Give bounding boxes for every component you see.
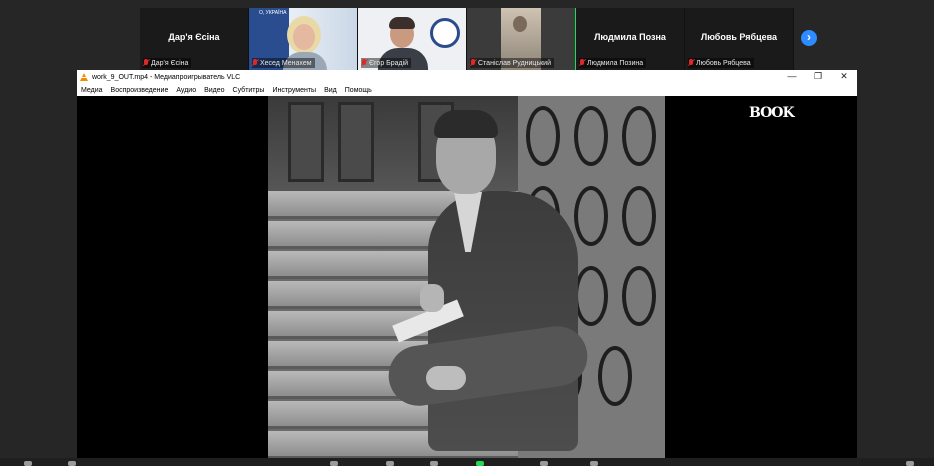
participant-name: Хесед Менахем [260,59,312,67]
menu-audio[interactable]: Аудио [176,87,196,94]
window-title: work_9_OUT.mp4 - Медиапроигрыватель VLC [92,73,241,81]
participant-caption: Хесед Менахем [252,58,315,68]
toolbar-icon[interactable] [68,461,76,466]
book-logo: BOOK [749,105,795,121]
toolbar-icon[interactable] [330,461,338,466]
participant-face [513,16,527,32]
railing-curl [622,106,656,166]
participant-name: Любовь Рябцева [696,59,751,67]
maximize-button[interactable]: ❐ [805,70,831,84]
video-area[interactable]: BOOK [77,96,857,458]
toolbar-icon[interactable] [24,461,32,466]
participant-tile[interactable]: Людмила Позна Людмила Позина [576,8,685,70]
toolbar-icon[interactable] [430,461,438,466]
participant-strip: Дар'я Єсіна Дар'я Єсіна О, УКРАЇНА Хесед… [140,8,794,70]
banner-text: О, УКРАЇНА [259,10,287,16]
participant-tile[interactable]: Любовь Рябцева Любовь Рябцева [685,8,794,70]
railing-curl [622,186,656,246]
minimize-button[interactable]: — [779,70,805,84]
mic-muted-icon [688,59,694,67]
participant-caption: Станіслав Рудницький [470,58,554,68]
meeting-toolbar-edge [0,458,934,466]
railing-curl [574,106,608,166]
menu-playback[interactable]: Воспроизведение [111,87,169,94]
menu-video[interactable]: Видео [204,87,224,94]
mic-muted-icon [143,59,149,67]
man-hands [426,366,466,390]
participant-big-name: Людмила Позна [594,32,666,42]
railing-curl [622,266,656,326]
mic-muted-icon [252,59,258,67]
door-panel [288,102,324,182]
participant-tile[interactable]: Єгор Брадій [358,8,467,70]
window-controls: — ❐ ✕ [779,70,857,84]
participant-big-name: Любовь Рябцева [700,32,778,42]
menu-view[interactable]: Вид [324,87,337,94]
participant-name: Людмила Позина [587,59,644,67]
emblem-icon [430,18,460,48]
vlc-window: work_9_OUT.mp4 - Медиапроигрыватель VLC … [77,70,857,458]
mic-muted-icon [579,59,585,67]
vlc-cone-icon [80,72,88,82]
menu-media[interactable]: Медиа [81,87,103,94]
man-writing-hand [420,284,444,312]
participant-name: Станіслав Рудницький [478,59,551,67]
participant-caption: Людмила Позина [579,58,647,68]
menu-tools[interactable]: Инструменты [272,87,316,94]
chevron-right-icon[interactable]: › [801,30,817,46]
participant-caption: Єгор Брадій [361,58,412,68]
mic-muted-icon [470,59,476,67]
share-screen-icon[interactable] [476,461,484,466]
toolbar-icon[interactable] [386,461,394,466]
railing-curl [574,186,608,246]
door-panel [338,102,374,182]
participant-face [293,24,315,50]
zoom-meeting-window: Дар'я Єсіна Дар'я Єсіна О, УКРАЇНА Хесед… [0,0,934,466]
man-hair [434,110,498,138]
close-button[interactable]: ✕ [831,70,857,84]
participant-tile[interactable]: Дар'я Єсіна Дар'я Єсіна [140,8,249,70]
menu-subtitles[interactable]: Субтитры [233,87,265,94]
toolbar-icon[interactable] [906,461,914,466]
railing-curl [574,266,608,326]
participant-caption: Дар'я Єсіна [143,58,192,68]
participant-tile-active-speaker[interactable]: Станіслав Рудницький [467,8,576,70]
menu-bar: Медиа Воспроизведение Аудио Видео Субтит… [77,84,857,96]
menu-help[interactable]: Помощь [345,87,372,94]
participant-name: Дар'я Єсіна [151,59,189,67]
participant-caption: Любовь Рябцева [688,58,754,68]
railing-curl [526,106,560,166]
toolbar-icon[interactable] [590,461,598,466]
participant-tile[interactable]: О, УКРАЇНА Хесед Менахем [249,8,358,70]
video-frame-photo [268,96,665,458]
title-bar[interactable]: work_9_OUT.mp4 - Медиапроигрыватель VLC … [77,70,857,84]
railing-curl [598,346,632,406]
participant-name: Єгор Брадій [369,59,409,67]
participant-big-name: Дар'я Єсіна [168,32,220,42]
mic-muted-icon [361,59,367,67]
toolbar-icon[interactable] [540,461,548,466]
participant-hair [389,17,415,29]
